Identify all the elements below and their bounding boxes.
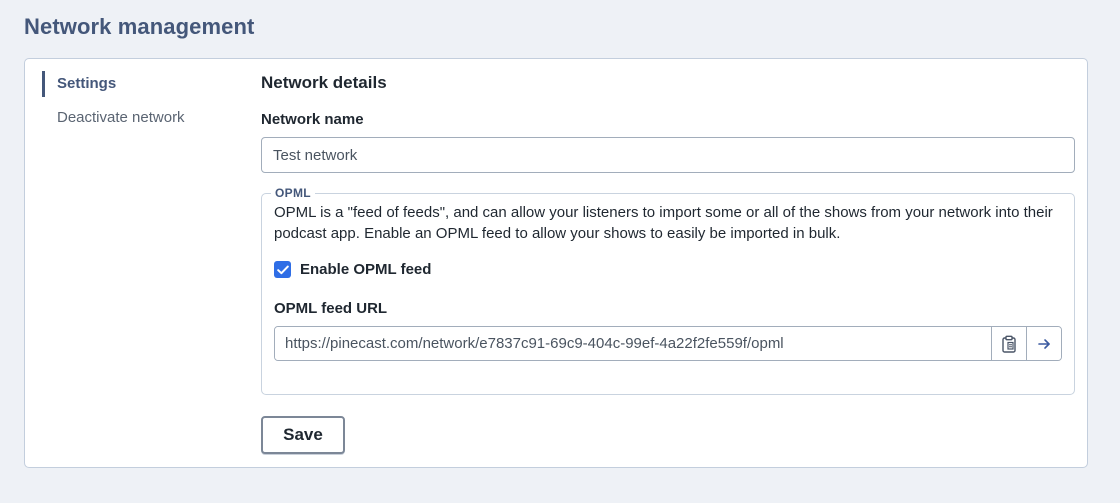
opml-url-input[interactable] <box>275 327 991 360</box>
copy-url-button[interactable] <box>991 327 1026 360</box>
open-url-button[interactable] <box>1026 327 1061 360</box>
network-details-form: Network details Network name OPML OPML i… <box>261 73 1077 454</box>
nav-item-settings[interactable]: Settings <box>42 71 242 97</box>
opml-legend: OPML <box>275 186 311 200</box>
checkmark-icon <box>276 265 289 274</box>
save-button[interactable]: Save <box>261 416 345 454</box>
side-nav: Settings Deactivate network <box>42 71 242 139</box>
arrow-right-icon <box>1038 338 1050 349</box>
page-title: Network management <box>24 14 255 39</box>
enable-opml-row: Enable OPML feed <box>274 261 1062 278</box>
network-name-label: Network name <box>261 111 364 128</box>
opml-description: OPML is a "feed of feeds", and can allow… <box>274 204 1053 242</box>
section-title: Network details <box>261 73 387 92</box>
enable-opml-checkbox[interactable] <box>274 261 291 278</box>
settings-panel: Settings Deactivate network Network deta… <box>24 58 1088 468</box>
network-name-input[interactable] <box>261 137 1075 173</box>
nav-item-deactivate-network[interactable]: Deactivate network <box>42 105 242 131</box>
opml-url-label: OPML feed URL <box>274 300 388 317</box>
opml-fieldset: OPML OPML is a "feed of feeds", and can … <box>261 186 1075 395</box>
opml-url-group <box>274 326 1062 361</box>
enable-opml-label[interactable]: Enable OPML feed <box>300 261 431 278</box>
clipboard-icon <box>1002 335 1016 353</box>
